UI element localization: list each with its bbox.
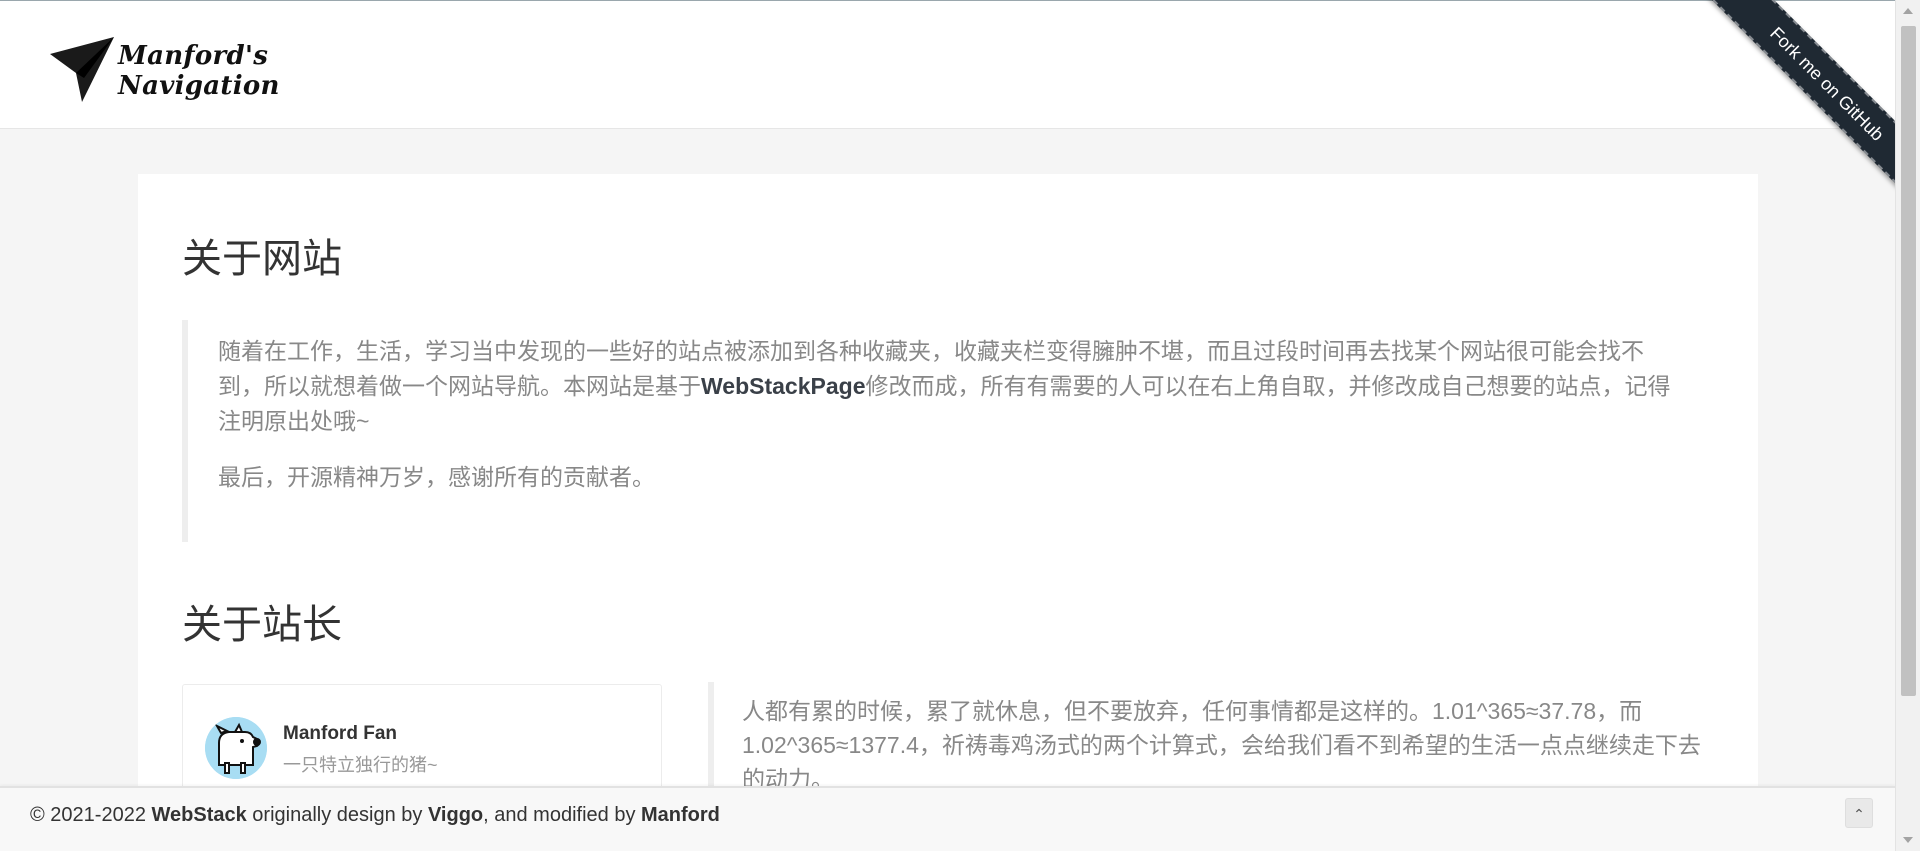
back-to-top-button[interactable]: ⌃ <box>1845 798 1873 828</box>
footer-viggo-link[interactable]: Viggo <box>428 804 483 826</box>
site-header: Manford's Navigation <box>0 1 1895 129</box>
logo-text: Manford's Navigation <box>118 41 280 101</box>
owner-bio: 一只特立独行的猪~ <box>283 755 438 775</box>
webstackpage-link[interactable]: WebStackPage <box>701 373 865 399</box>
about-site-heading: 关于网站 <box>182 237 342 281</box>
footer-copyright: © 2021-2022 WebStack originally design b… <box>30 804 720 827</box>
avatar <box>205 717 267 779</box>
about-site-paragraph-2: 最后，开源精神万岁，感谢所有的贡献者。 <box>218 464 655 490</box>
site-footer: © 2021-2022 WebStack originally design b… <box>0 786 1895 851</box>
owner-name: Manford Fan <box>283 723 397 744</box>
github-ribbon-container: Fork me on GitHub <box>1695 0 1895 200</box>
footer-mid-2: , and modified by <box>483 804 642 826</box>
footer-manford-link[interactable]: Manford <box>641 804 720 826</box>
about-site-quote: 随着在工作，生活，学习当中发现的一些好的站点被添加到各种收藏夹，收藏夹栏变得臃肿… <box>182 320 1722 542</box>
scrollbar-thumb[interactable] <box>1901 26 1916 696</box>
content-panel: 关于网站 随着在工作，生活，学习当中发现的一些好的站点被添加到各种收藏夹，收藏夹… <box>138 174 1758 824</box>
about-owner-heading: 关于站长 <box>182 603 342 647</box>
scroll-down-arrow-icon[interactable] <box>1903 837 1913 843</box>
footer-webstack-link[interactable]: WebStack <box>152 804 247 826</box>
paper-plane-icon <box>50 37 114 102</box>
footer-mid-1: originally design by <box>246 804 428 826</box>
about-site-paragraph-1: 随着在工作，生活，学习当中发现的一些好的站点被添加到各种收藏夹，收藏夹栏变得臃肿… <box>218 334 1682 439</box>
site-logo-link[interactable]: Manford's Navigation <box>48 31 398 107</box>
chevron-up-icon: ⌃ <box>1853 806 1865 822</box>
fork-on-github-ribbon[interactable]: Fork me on GitHub <box>1705 0 1895 200</box>
pig-avatar-icon <box>205 717 267 779</box>
vertical-scrollbar[interactable] <box>1895 0 1920 851</box>
footer-prefix: © 2021-2022 <box>30 804 152 826</box>
scroll-up-arrow-icon[interactable] <box>1903 8 1913 14</box>
